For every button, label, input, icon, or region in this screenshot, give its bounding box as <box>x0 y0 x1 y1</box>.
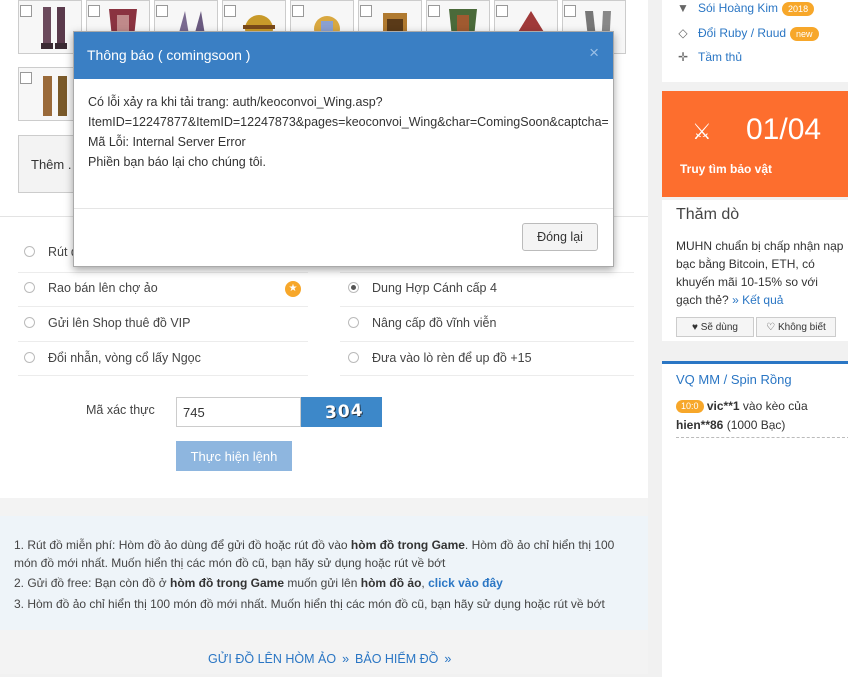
captcha-image: 304 <box>301 397 382 427</box>
item-checkbox[interactable] <box>428 5 440 17</box>
item-checkbox[interactable] <box>292 5 304 17</box>
radio-button[interactable] <box>348 317 359 328</box>
trophy-icon: ▼ <box>677 1 689 15</box>
ninja-icon: ⚔ <box>692 119 712 144</box>
treasure-hunt-card[interactable]: ⚔ 01/04 Truy tìm bảo vật <box>662 91 848 197</box>
send-to-virtual-chest-link[interactable]: GỬI ĐỒ LÊN HÒM ẢO <box>208 652 336 666</box>
item-checkbox[interactable] <box>360 5 372 17</box>
close-button[interactable]: Đóng lại <box>522 223 598 251</box>
divider <box>74 208 613 209</box>
item-checkbox[interactable] <box>224 5 236 17</box>
poll-result-link[interactable]: » Kết quả <box>732 293 783 307</box>
item-checkbox[interactable] <box>496 5 508 17</box>
radio-button[interactable] <box>24 282 35 293</box>
spin-feed-item: 10:0 vic**1 vào kèo của hien**86 (1000 B… <box>676 397 848 438</box>
spin-box: VQ MM / Spin Rồng 10:0 vic**1 vào kèo củ… <box>662 361 848 677</box>
captcha-label: Mã xác thực <box>86 403 155 417</box>
notes-box: 1. Rút đồ miễn phí: Hòm đồ ảo dùng để gử… <box>0 516 648 630</box>
note-1: 1. Rút đồ miễn phí: Hòm đồ ảo dùng để gử… <box>14 538 615 570</box>
add-item-button[interactable]: Thêm . <box>18 135 74 193</box>
treasure-label: Truy tìm bảo vật <box>680 162 773 176</box>
radio-button[interactable] <box>24 352 35 363</box>
close-icon[interactable]: × <box>589 43 599 63</box>
footer-links: GỬI ĐỒ LÊN HÒM ẢO » BẢO HIỂM ĐỒ » <box>208 652 457 666</box>
dialog-title: Thông báo ( comingsoon ) <box>87 47 251 63</box>
radio-button[interactable] <box>24 246 35 257</box>
radio-button[interactable] <box>348 352 359 363</box>
radio-button[interactable] <box>24 317 35 328</box>
treasure-count: 01/04 <box>746 113 822 146</box>
poll-yes-button[interactable]: ♥ Sẽ dùng <box>676 317 754 337</box>
row-divider <box>340 375 634 376</box>
captcha-text: 304 <box>324 400 365 424</box>
leg-armor-icon <box>43 76 67 116</box>
year-badge: 2018 <box>782 1 815 16</box>
sidebar-item-seeker[interactable]: ✛ Tầm thủ <box>676 47 742 67</box>
sidebar-item-ruby[interactable]: ◇ Đổi Ruby / Ruud new <box>676 23 819 43</box>
radio-button-selected[interactable] <box>348 282 359 293</box>
row-divider <box>18 375 308 376</box>
crosshair-icon: ✛ <box>677 50 689 64</box>
item-checkbox[interactable] <box>564 5 576 17</box>
dialog-header: Thông báo ( comingsoon ) × <box>74 32 613 79</box>
new-badge: new <box>790 26 819 41</box>
sidebar-item-wolf[interactable]: ▼ Sói Hoàng Kim 2018 <box>676 0 815 18</box>
item-checkbox[interactable] <box>20 72 32 84</box>
error-dialog: Thông báo ( comingsoon ) × Có lỗi xảy ra… <box>73 31 614 267</box>
dialog-message: Có lỗi xảy ra khi tải trang: auth/keocon… <box>88 95 608 169</box>
star-icon: ★ <box>285 281 301 297</box>
poll-text: MUHN chuẩn bị chấp nhận nạp bạc bằng Bit… <box>676 239 844 307</box>
item-checkbox[interactable] <box>156 5 168 17</box>
captcha-input[interactable] <box>176 397 301 427</box>
item-insurance-link[interactable]: BẢO HIỂM ĐỒ <box>355 652 438 666</box>
note-2: 2. Gửi đồ free: Bạn còn đồ ở hòm đồ tron… <box>14 576 503 590</box>
boots-icon <box>41 7 67 49</box>
poll-box: Thăm dò MUHN chuẩn bị chấp nhận nạp bạc … <box>662 200 848 341</box>
score-badge: 10:0 <box>676 400 704 414</box>
item-checkbox[interactable] <box>88 5 100 17</box>
item-checkbox[interactable] <box>20 5 32 17</box>
sidebar-menu: ▼ Sói Hoàng Kim 2018 ◇ Đổi Ruby / Ruud new ✛… <box>662 0 848 82</box>
chevron-icon: » <box>342 652 350 666</box>
spin-title[interactable]: VQ MM / Spin Rồng <box>676 372 792 387</box>
poll-no-button[interactable]: ♡ Không biết <box>756 317 836 337</box>
diamond-icon: ◇ <box>678 26 688 40</box>
execute-button[interactable]: Thực hiện lệnh <box>176 441 292 471</box>
click-here-link[interactable]: click vào đây <box>428 576 503 590</box>
note-3: 3. Hòm đồ ảo chỉ hiển thị 100 món đồ mới… <box>14 597 605 611</box>
poll-title: Thăm dò <box>676 206 740 223</box>
chevron-icon: » <box>444 652 452 666</box>
